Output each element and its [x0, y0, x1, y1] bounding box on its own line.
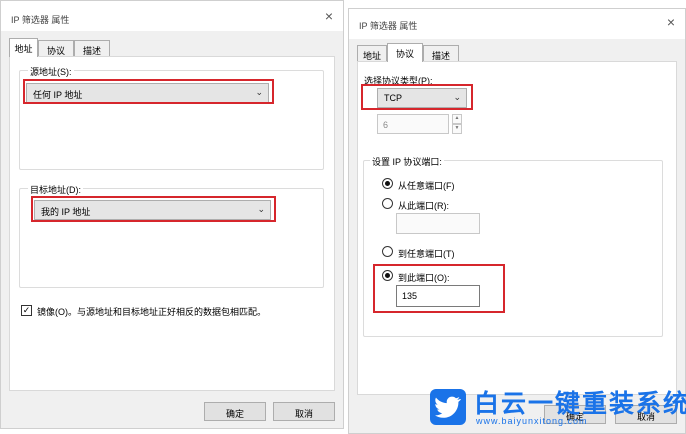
watermark-title: 白云一键重装系统	[474, 390, 686, 418]
highlight-box	[361, 84, 473, 110]
from-any-port-radio[interactable]	[382, 178, 393, 189]
ip-filter-properties-dialog-address: IP 筛选器 属性 × 地址 协议 描述 源地址(S): 任何 IP 地址 ⌄ …	[0, 0, 344, 429]
tab-description[interactable]: 描述	[423, 45, 459, 61]
title-bar: IP 筛选器 属性 ×	[349, 9, 685, 39]
tab-panel-address: 源地址(S): 任何 IP 地址 ⌄ 目标地址(D): 我的 IP 地址 ⌄ ✓…	[9, 56, 335, 391]
to-any-port-radio[interactable]	[382, 246, 393, 257]
from-any-port-label: 从任意端口(F)	[398, 181, 455, 191]
tab-description[interactable]: 描述	[74, 40, 110, 56]
port-group-label: 设置 IP 协议端口:	[370, 155, 444, 168]
source-address-label: 源地址(S):	[28, 65, 74, 78]
highlight-box	[23, 79, 274, 104]
mirror-checkbox[interactable]: ✓	[21, 305, 32, 316]
tab-protocol[interactable]: 协议	[387, 43, 423, 62]
watermark-url: www.baiyunxitong.com	[476, 416, 588, 426]
from-port-input	[396, 213, 480, 234]
close-icon[interactable]: ×	[667, 15, 675, 29]
ip-filter-properties-dialog-protocol: IP 筛选器 属性 × 地址 协议 描述 选择协议类型(P): TCP ⌄ 6 …	[348, 8, 686, 434]
spin-down-icon: ▼	[452, 124, 462, 134]
to-any-port-label: 到任意端口(T)	[398, 249, 455, 259]
dialog-title: IP 筛选器 属性	[11, 15, 70, 25]
from-port-label: 从此端口(R):	[398, 201, 449, 211]
dialog-title: IP 筛选器 属性	[359, 21, 418, 31]
protocol-number-field: 6	[377, 114, 449, 134]
cancel-button[interactable]: 取消	[273, 402, 335, 421]
title-bar: IP 筛选器 属性 ×	[1, 1, 343, 31]
tab-protocol[interactable]: 协议	[38, 40, 74, 56]
bird-logo-icon	[430, 389, 466, 425]
spin-up-icon: ▲	[452, 114, 462, 124]
destination-address-label: 目标地址(D):	[28, 183, 83, 196]
tab-address[interactable]: 地址	[357, 45, 387, 61]
highlight-box	[31, 196, 276, 222]
close-icon[interactable]: ×	[325, 9, 333, 23]
tab-address[interactable]: 地址	[9, 38, 38, 57]
highlight-box	[373, 264, 505, 313]
ok-button[interactable]: 确定	[204, 402, 266, 421]
from-port-radio[interactable]	[382, 198, 393, 209]
mirror-label: 镜像(O)。与源地址和目标地址正好相反的数据包相匹配。	[37, 307, 266, 317]
tab-panel-protocol: 选择协议类型(P): TCP ⌄ 6 ▲ ▼ 设置 IP 协议端口: 从任意端口…	[357, 61, 677, 395]
